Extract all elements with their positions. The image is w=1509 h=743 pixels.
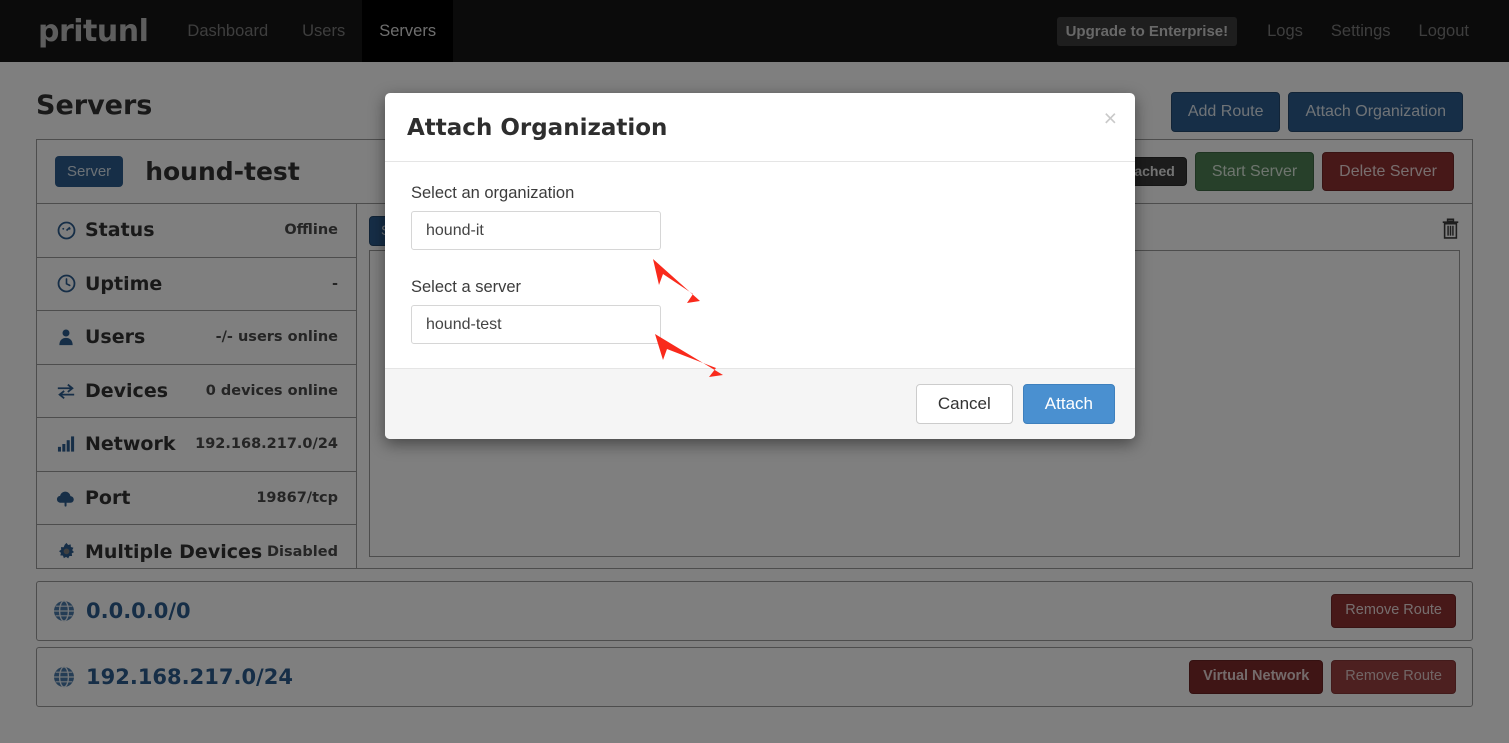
server-select[interactable]: hound-test (411, 305, 661, 344)
modal-title: Attach Organization (407, 115, 668, 141)
modal-header: Attach Organization × (385, 93, 1135, 162)
close-icon[interactable]: × (1104, 107, 1117, 130)
organization-select[interactable]: hound-it (411, 211, 661, 250)
select-organization-label: Select an organization (411, 184, 575, 202)
modal-footer: Cancel Attach (385, 368, 1135, 439)
attach-button[interactable]: Attach (1022, 384, 1115, 424)
select-server-label: Select a server (411, 278, 522, 296)
modal-body: Select an organization hound-it Select a… (385, 162, 1135, 368)
cancel-button[interactable]: Cancel (915, 384, 1013, 424)
attach-organization-modal: Attach Organization × Select an organiza… (385, 93, 1135, 439)
